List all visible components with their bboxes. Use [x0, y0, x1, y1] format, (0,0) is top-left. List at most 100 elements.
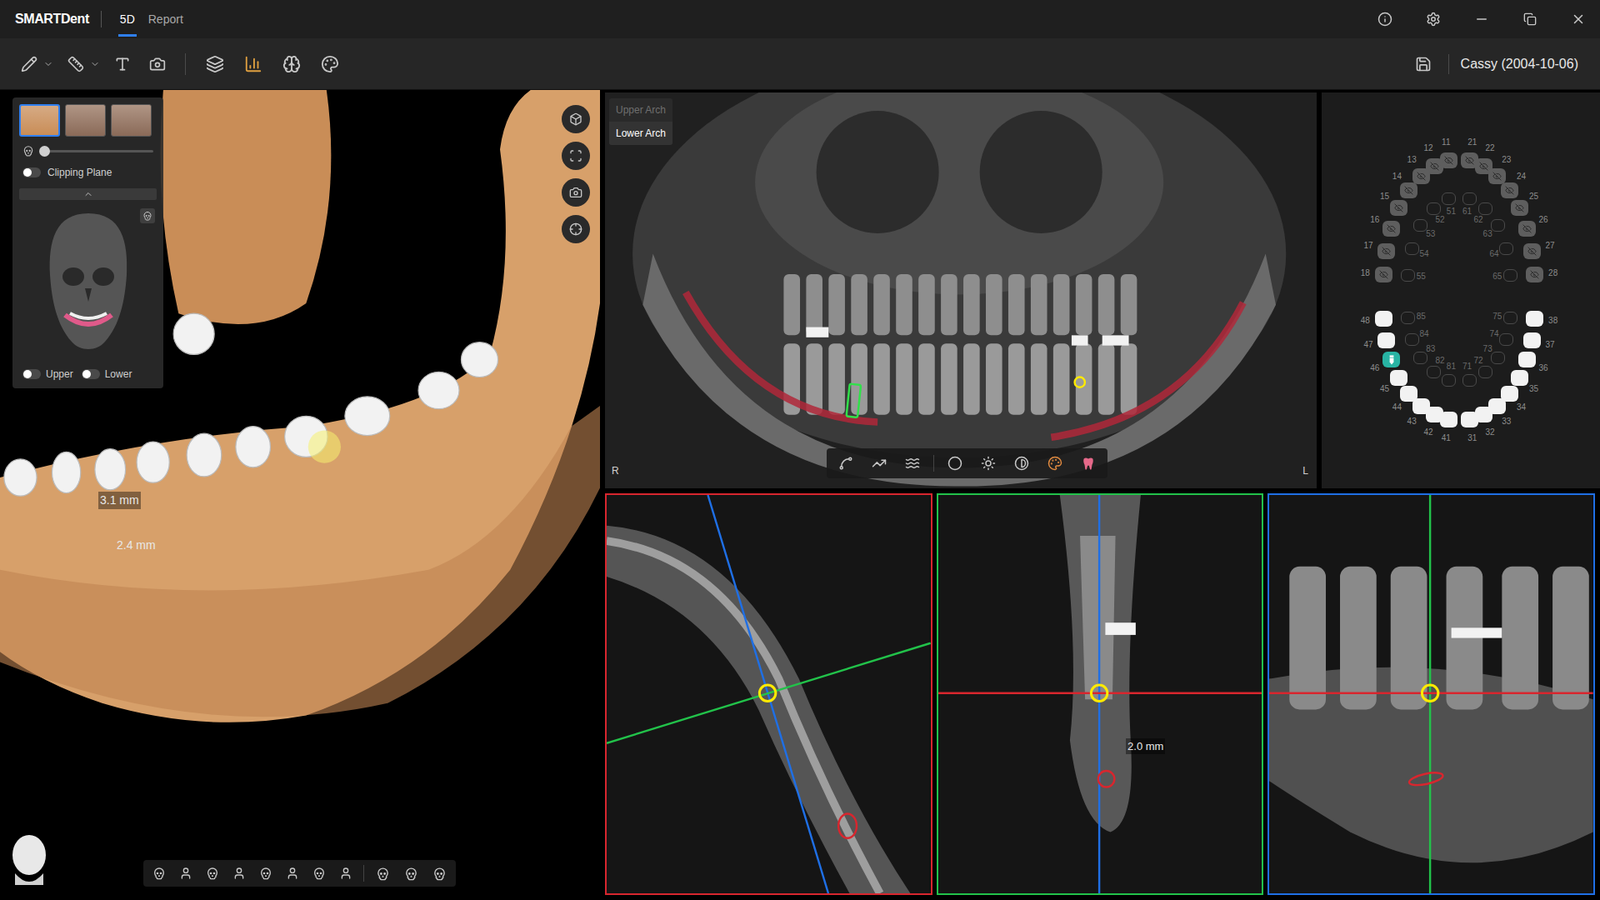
tab[interactable]: 5D — [113, 0, 142, 39]
view-preset-button[interactable] — [230, 863, 249, 884]
contrast-tool[interactable] — [1009, 450, 1035, 476]
tab[interactable]: Report — [141, 0, 190, 39]
slice-image[interactable] — [1269, 495, 1594, 894]
text-tool[interactable] — [110, 50, 135, 79]
brightness-tool[interactable] — [975, 450, 1001, 476]
center-tool[interactable] — [561, 215, 590, 244]
curve-tool[interactable] — [833, 450, 859, 476]
tooth[interactable] — [1413, 351, 1428, 365]
tooth[interactable] — [1478, 202, 1493, 215]
tooth[interactable] — [1523, 243, 1541, 260]
clipping-plane-toggle[interactable] — [22, 167, 41, 178]
tooth[interactable] — [1400, 182, 1418, 199]
view-preset-button[interactable] — [176, 863, 195, 884]
draw-tool[interactable] — [16, 50, 42, 79]
tooth[interactable] — [1488, 168, 1506, 185]
tooth[interactable] — [1490, 351, 1505, 365]
view-preset-button[interactable] — [203, 863, 222, 884]
tooth[interactable] — [1490, 219, 1505, 232]
settings-button[interactable] — [1421, 7, 1445, 31]
tooth[interactable] — [1426, 202, 1441, 215]
tooth[interactable] — [1400, 311, 1415, 325]
slider-knob[interactable] — [39, 145, 50, 157]
measure-tool[interactable] — [63, 50, 89, 79]
panoramic-image[interactable] — [605, 92, 1317, 489]
view-mode-button[interactable] — [400, 863, 421, 884]
arch-option[interactable]: Lower Arch — [609, 121, 673, 145]
tooth-view-tool[interactable] — [1075, 450, 1101, 476]
save-button[interactable] — [1410, 50, 1437, 78]
tooth[interactable] — [1405, 242, 1420, 255]
tooth[interactable] — [1462, 374, 1477, 387]
tooth[interactable] — [1400, 385, 1418, 402]
tooth[interactable] — [1518, 351, 1536, 368]
tooth[interactable] — [1375, 266, 1393, 283]
view-3d[interactable]: Clipping PlaneUpperLower3.1 mm2.4 mm — [0, 90, 600, 900]
view-preset-button[interactable] — [283, 863, 302, 884]
view-preset-button[interactable] — [150, 863, 169, 884]
slider-track[interactable] — [40, 150, 154, 153]
arch-option[interactable]: Upper Arch — [609, 98, 673, 122]
tooth[interactable] — [1426, 365, 1441, 379]
tooth[interactable] — [1510, 370, 1529, 386]
filter-tool[interactable] — [942, 450, 968, 476]
slice-view[interactable]: 2.0 mm — [936, 493, 1265, 895]
opacity-slider[interactable] — [19, 145, 157, 157]
implant-tool[interactable] — [561, 105, 590, 134]
render-thumbnail[interactable] — [110, 104, 152, 137]
orientation-head[interactable] — [6, 831, 52, 885]
tooth[interactable] — [1390, 370, 1408, 386]
arch-tool[interactable] — [900, 450, 925, 476]
view-preset-button[interactable] — [256, 863, 275, 884]
nerve-tool[interactable] — [866, 450, 892, 476]
slice-view[interactable] — [1267, 493, 1595, 895]
tooth[interactable] — [1405, 333, 1420, 346]
tooth[interactable] — [1441, 192, 1456, 205]
collapse-bar[interactable] — [19, 188, 157, 200]
color-tool[interactable] — [1042, 450, 1068, 476]
capture-tool[interactable] — [145, 50, 170, 79]
tooth[interactable] — [1400, 269, 1415, 282]
tooth[interactable] — [1518, 220, 1536, 237]
tooth[interactable] — [1503, 269, 1518, 282]
tooth[interactable] — [1499, 333, 1514, 346]
panoramic-view[interactable]: Upper ArchLower ArchRL — [605, 92, 1317, 489]
tooth[interactable] — [1412, 168, 1430, 185]
render-thumbnail[interactable] — [19, 104, 60, 137]
close-button[interactable] — [1566, 7, 1590, 31]
tooth[interactable] — [1499, 242, 1514, 255]
density-tool[interactable] — [239, 50, 268, 79]
tooth[interactable] — [1382, 220, 1400, 237]
tooth[interactable] — [1375, 310, 1393, 327]
minimize-button[interactable] — [1470, 7, 1494, 31]
slice-image[interactable] — [938, 495, 1263, 894]
tooth[interactable] — [1500, 385, 1519, 402]
layout-tool[interactable] — [200, 50, 230, 79]
jaw-switch[interactable] — [81, 369, 100, 380]
skull-toggle[interactable] — [140, 208, 155, 224]
tooth[interactable] — [1390, 200, 1408, 216]
tooth[interactable] — [1382, 351, 1400, 368]
tooth[interactable] — [1377, 332, 1395, 349]
airway-tool[interactable] — [315, 50, 345, 79]
slice-image[interactable] — [606, 495, 931, 894]
tooth[interactable] — [1510, 200, 1529, 216]
tooth[interactable] — [1525, 266, 1544, 283]
tooth[interactable] — [1413, 219, 1428, 232]
slice-view[interactable] — [605, 493, 933, 895]
view-mode-button[interactable] — [429, 863, 450, 884]
view-preset-button[interactable] — [310, 863, 329, 884]
tooth[interactable] — [1377, 243, 1395, 260]
snapshot-tool[interactable] — [561, 178, 590, 207]
skull-selector[interactable] — [19, 208, 157, 359]
tooth[interactable] — [1503, 311, 1518, 325]
render-thumbnail[interactable] — [65, 104, 106, 137]
view-preset-button[interactable] — [336, 863, 355, 884]
tooth[interactable] — [1500, 182, 1519, 199]
tooth[interactable] — [1523, 332, 1541, 349]
tooth[interactable] — [1462, 192, 1477, 205]
view-mode-button[interactable] — [372, 863, 393, 884]
restore-button[interactable] — [1518, 7, 1542, 31]
tooth[interactable] — [1525, 310, 1544, 327]
tooth[interactable] — [1441, 374, 1456, 387]
